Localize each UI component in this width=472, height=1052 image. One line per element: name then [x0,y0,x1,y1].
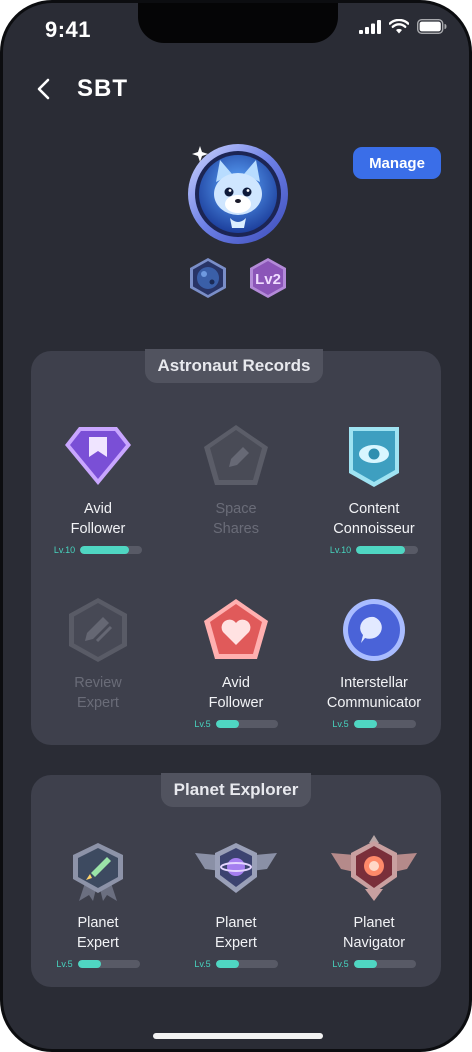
badge-content-connoisseur[interactable]: Content Connoisseur Lv.10 [307,423,441,555]
progress-fill [215,720,240,728]
badge-planet-expert[interactable]: Planet Expert Lv.5 [31,841,165,969]
badge-avid-follower[interactable]: Avid Follower Lv.10 [31,423,165,555]
page-title: SBT [77,75,128,102]
progress-bar [215,960,278,968]
level-badge-text: Lv2 [255,271,281,288]
saturn-winged-icon [195,843,277,893]
badge-name: Planet Expert [77,915,119,951]
badge-name: Space Shares [213,501,259,537]
badge-level: Lv.5 [169,719,303,729]
badge-name: Avid Follower [208,675,264,711]
badge-level: Lv.10 [307,545,441,555]
home-indicator[interactable] [153,1033,323,1039]
review-hexagon-icon [69,598,127,662]
status-time: 9:41 [45,17,92,42]
status-icons [359,19,447,34]
badge-name: Planet Expert [215,915,257,951]
badge-name: Review Expert [74,675,122,711]
planet-badge-icon[interactable] [187,257,229,299]
badge-review-expert[interactable]: Review Expert [31,597,165,713]
level-text: Lv.5 [194,959,211,969]
badge-level: Lv.5 [169,959,303,969]
progress-bar [77,960,140,968]
badge-name: Planet Navigator [342,915,406,951]
badge-interstellar-communicator[interactable]: Interstellar Communicator Lv.5 [307,597,441,729]
level-text: Lv.5 [56,959,73,969]
progress-fill [356,546,405,554]
progress-bar [353,960,416,968]
level-badge-icon[interactable]: Lv2 [247,257,289,299]
app-screen: 9:41 SBT Manage Lv2 Astronaut Records Av… [3,3,469,1049]
badge-avid-follower-2[interactable]: Avid Follower Lv.5 [169,597,303,729]
progress-fill [353,720,378,728]
progress-fill [215,960,240,968]
device-frame: 9:41 SBT Manage Lv2 Astronaut Records Av… [0,0,472,1052]
cellular-signal-icon [359,19,381,34]
planet-explorer-card: Planet Explorer Planet Expert Lv.5 Plane… [31,773,441,987]
progress-fill [80,546,129,554]
device-notch [138,3,338,43]
astronaut-records-card: Astronaut Records Avid Follower Lv.10 Spa… [31,349,441,745]
badge-name: Interstellar Communicator [326,675,422,711]
level-text: Lv.5 [194,719,211,729]
level-text: Lv.10 [53,545,76,555]
level-text: Lv.10 [329,545,352,555]
badge-level: Lv.10 [31,545,165,555]
progress-fill [353,960,378,968]
progress-bar [80,546,143,554]
progress-bar [353,720,416,728]
level-text: Lv.5 [332,719,349,729]
avatar[interactable] [186,142,290,246]
back-chevron-icon[interactable] [31,75,59,103]
badge-level: Lv.5 [307,719,441,729]
badge-planet-navigator[interactable]: Planet Navigator Lv.5 [307,833,441,969]
battery-icon [417,19,447,34]
section-title: Astronaut Records [145,349,323,383]
progress-bar [356,546,419,554]
progress-fill [77,960,102,968]
badge-name: Content Connoisseur [333,501,415,537]
navigator-crest-icon [331,835,417,901]
heart-pentagon-icon [204,599,268,659]
badge-level: Lv.5 [307,959,441,969]
level-text: Lv.5 [332,959,349,969]
eye-shield-icon [349,427,399,487]
rocket-shield-icon [73,843,123,901]
section-title: Planet Explorer [161,773,311,807]
bookmark-diamond-icon [65,427,131,485]
badge-level: Lv.5 [31,959,165,969]
badge-name: Avid Follower [70,501,126,537]
badge-space-shares[interactable]: Space Shares [169,423,303,539]
manage-button[interactable]: Manage [353,147,441,179]
pencil-pentagon-icon [204,425,268,485]
badge-planet-expert-2[interactable]: Planet Expert Lv.5 [169,841,303,969]
wifi-icon [389,19,409,34]
chat-bubble-icon [343,599,405,661]
progress-bar [215,720,278,728]
